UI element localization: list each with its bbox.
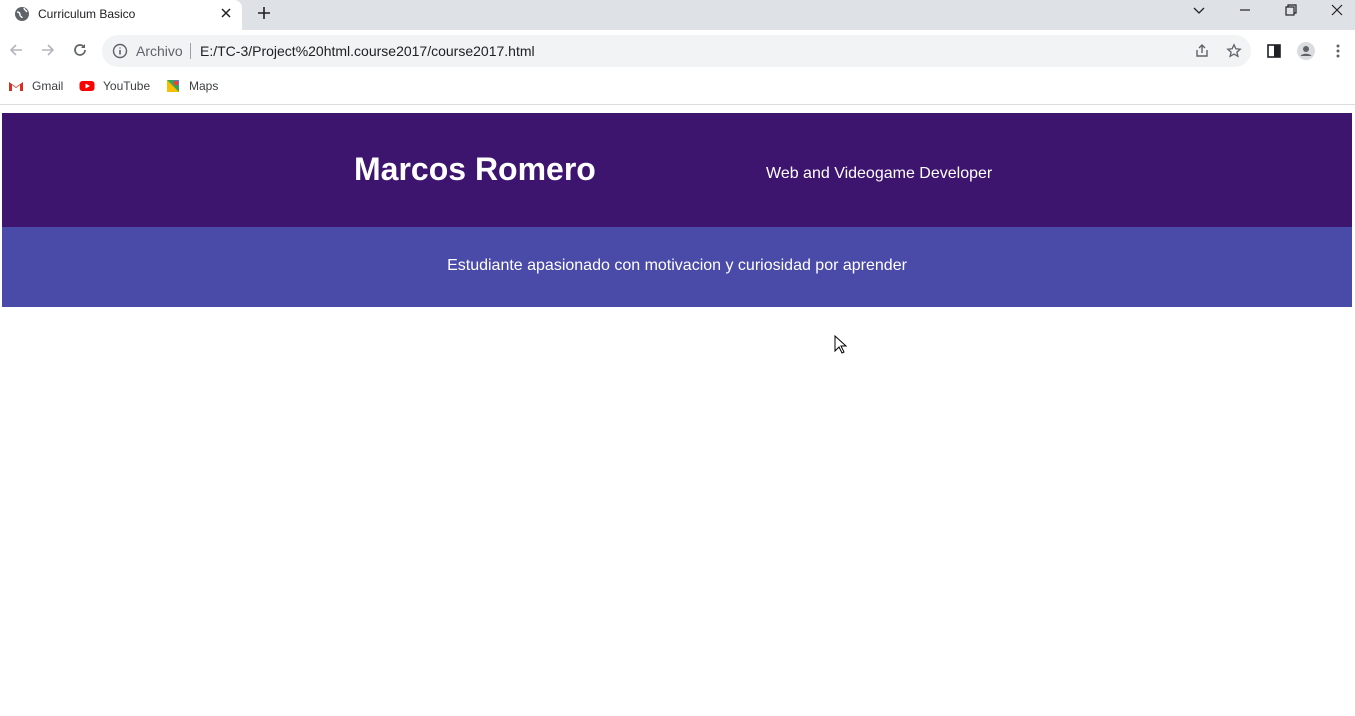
header-band: Marcos Romero Web and Videogame Develope… [2, 113, 1352, 227]
tagline-text: Estudiante apasionado con motivacion y c… [447, 257, 907, 274]
minimize-icon[interactable] [1237, 2, 1253, 18]
site-info-icon[interactable] [112, 43, 128, 59]
maps-icon [167, 80, 179, 92]
page-content: Marcos Romero Web and Videogame Develope… [2, 113, 1352, 307]
bookmark-maps[interactable]: Maps [165, 78, 218, 94]
profile-avatar-icon[interactable] [1297, 42, 1315, 60]
bookmark-label: YouTube [103, 79, 151, 93]
site-security-label: Archivo [136, 43, 183, 59]
browser-tab[interactable]: Curriculum Basico [0, 0, 242, 30]
tagline-band: Estudiante apasionado con motivacion y c… [2, 227, 1352, 307]
bookmark-label: Maps [189, 79, 219, 93]
globe-icon [15, 7, 29, 21]
close-tab-icon[interactable] [218, 5, 234, 21]
kebab-menu-icon[interactable] [1330, 43, 1346, 59]
url-text[interactable]: E:/TC-3/Project%20html.course2017/course… [200, 43, 535, 59]
forward-arrow-icon[interactable] [39, 41, 57, 59]
back-arrow-icon[interactable] [7, 41, 25, 59]
new-tab-icon[interactable] [255, 4, 273, 22]
bookmark-star-icon[interactable] [1226, 43, 1242, 59]
reload-icon[interactable] [71, 41, 89, 59]
omnibox-divider [190, 43, 191, 59]
youtube-icon [79, 81, 95, 91]
gmail-icon [9, 82, 23, 91]
tab-strip: Curriculum Basico [0, 0, 1355, 30]
role-text: Web and Videogame Developer [766, 165, 993, 182]
bookmark-gmail[interactable]: Gmail [8, 78, 63, 94]
side-panel-icon[interactable] [1266, 43, 1282, 59]
restore-icon[interactable] [1283, 2, 1299, 18]
mouse-cursor-icon [834, 335, 848, 354]
share-icon[interactable] [1194, 43, 1210, 59]
tab-title: Curriculum Basico [38, 7, 136, 21]
name-heading: Marcos Romero [354, 151, 596, 187]
bookmark-youtube[interactable]: YouTube [79, 78, 150, 94]
close-window-icon[interactable] [1329, 2, 1345, 18]
bookmark-label: Gmail [32, 79, 64, 93]
tab-search-chevron-icon[interactable] [1191, 2, 1207, 18]
